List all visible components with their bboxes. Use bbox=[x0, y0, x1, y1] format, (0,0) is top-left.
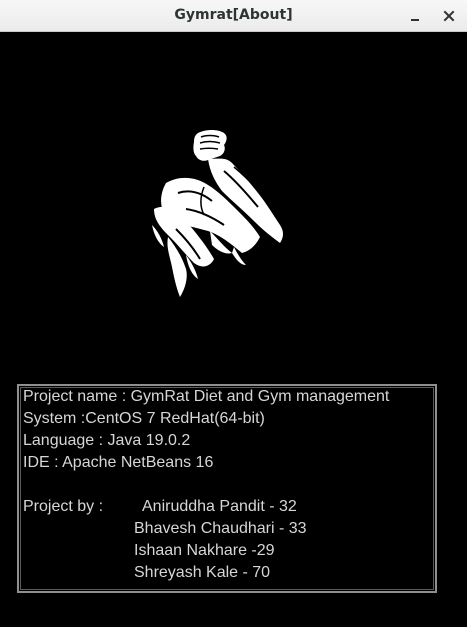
project-name-text: Project name : GymRat Diet and Gym manag… bbox=[23, 388, 390, 405]
member-name: Shreyash Kale - 70 bbox=[134, 564, 271, 581]
minimize-icon bbox=[411, 19, 419, 21]
system-text: System :CentOS 7 RedHat(64-bit) bbox=[23, 410, 265, 427]
flexed-arm-muscle-icon bbox=[152, 130, 283, 297]
content-panel: Project name : GymRat Diet and Gym manag… bbox=[0, 33, 467, 627]
language-text: Language : Java 19.0.2 bbox=[23, 432, 191, 449]
window-title: Gymrat[About] bbox=[174, 7, 293, 23]
close-button[interactable] bbox=[436, 3, 462, 29]
about-window: Gymrat[About] Project name: GymRat Diet… bbox=[0, 0, 467, 627]
ide-text: IDE : Apache NetBeans 16 bbox=[23, 454, 214, 471]
close-icon bbox=[443, 10, 455, 22]
member-name: Bhavesh Chaudhari - 33 bbox=[134, 520, 307, 537]
member-name: Aniruddha Pandit - 32 bbox=[142, 498, 297, 515]
member-name: Ishaan Nakhare -29 bbox=[134, 542, 275, 559]
project-by-label: Project by : bbox=[23, 498, 104, 515]
minimize-button[interactable] bbox=[402, 3, 428, 29]
title-bar[interactable]: Gymrat[About] bbox=[0, 0, 467, 32]
project-info-box: Project name : GymRat Diet and Gym manag… bbox=[17, 384, 437, 593]
